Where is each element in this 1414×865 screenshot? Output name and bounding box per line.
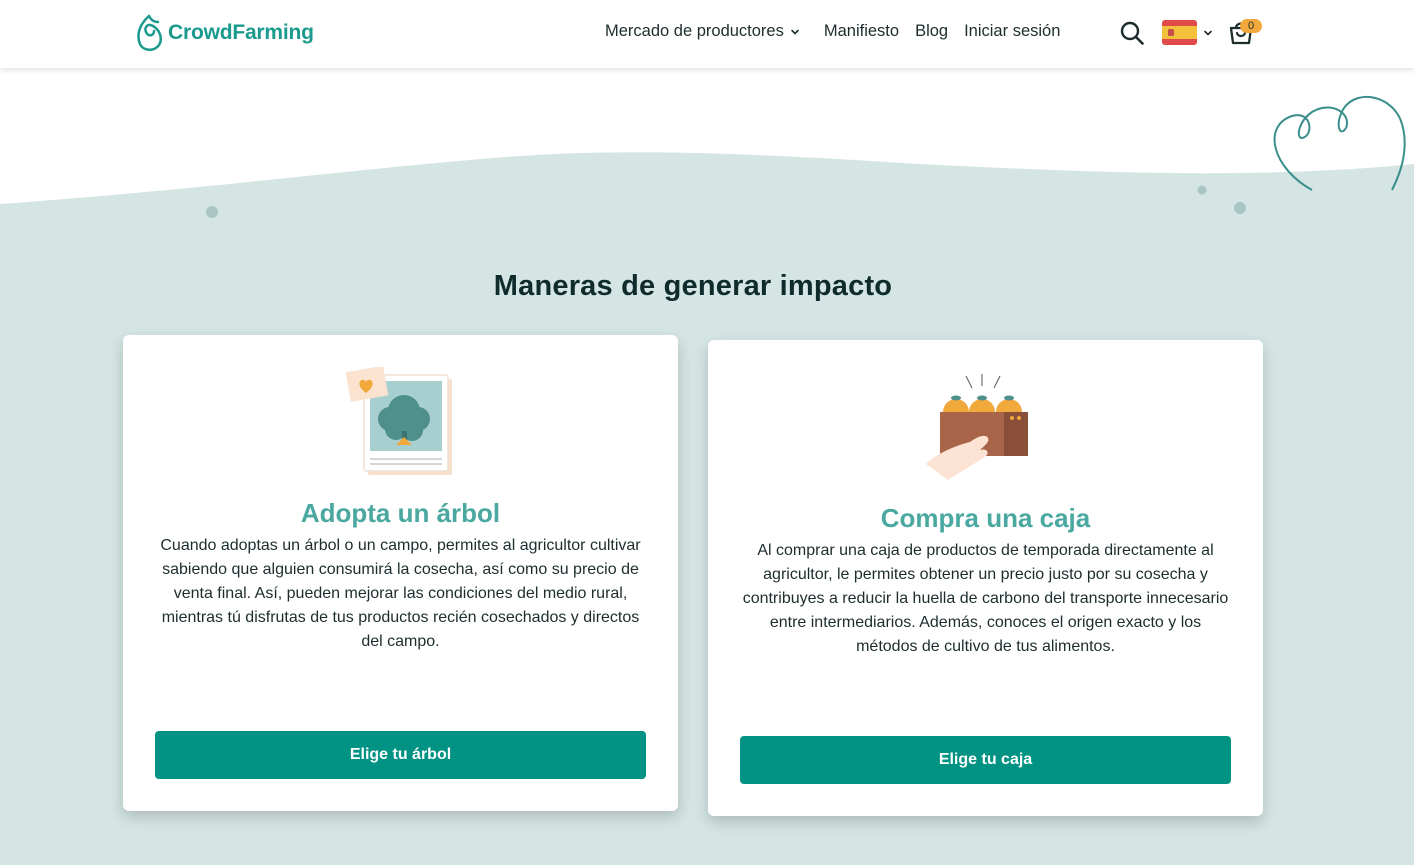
search-icon[interactable] [1119, 20, 1145, 46]
nav-item-blog[interactable]: Blog [915, 22, 948, 41]
spain-flag-icon [1162, 20, 1197, 45]
card-description: Al comprar una caja de productos de temp… [742, 542, 1229, 655]
crowdfarming-logo[interactable]: CrowdFarming [134, 12, 314, 54]
buy-box-card: Compra una caja Al comprar una caja de p… [708, 340, 1263, 816]
nav-item-mercado[interactable]: Mercado de productores [605, 22, 800, 41]
card-title: Compra una caja [880, 503, 1091, 533]
logo-icon [137, 14, 162, 51]
main-nav: Mercado de productores Manifiesto Blog I… [605, 22, 1060, 41]
wave-divider [0, 68, 1414, 218]
orange-box-icon [925, 374, 1028, 480]
adopt-tree-card: Adopta un árbol Cuando adoptas un árbol … [123, 335, 678, 811]
card-description: Cuando adoptas un árbol o un campo, perm… [160, 537, 641, 650]
tree-photo-icon [345, 367, 452, 475]
logo-text: CrowdFarming [168, 21, 314, 44]
cart-count-badge: 0 [1240, 19, 1262, 33]
nav-item-iniciar-sesion[interactable]: Iniciar sesión [964, 22, 1060, 41]
chevron-down-icon [791, 29, 799, 35]
language-selector[interactable] [1162, 20, 1213, 45]
chevron-down-icon [1204, 30, 1212, 36]
nav-item-manifiesto[interactable]: Manifiesto [824, 22, 899, 41]
choose-tree-button[interactable]: Elige tu árbol [155, 731, 646, 779]
choose-box-button[interactable]: Elige tu caja [740, 736, 1231, 784]
nav-item-label: Mercado de productores [605, 22, 784, 40]
site-header: CrowdFarming Mercado de productores Mani… [0, 0, 1414, 68]
card-title: Adopta un árbol [300, 498, 501, 528]
section-heading: Maneras de generar impacto [493, 270, 893, 302]
